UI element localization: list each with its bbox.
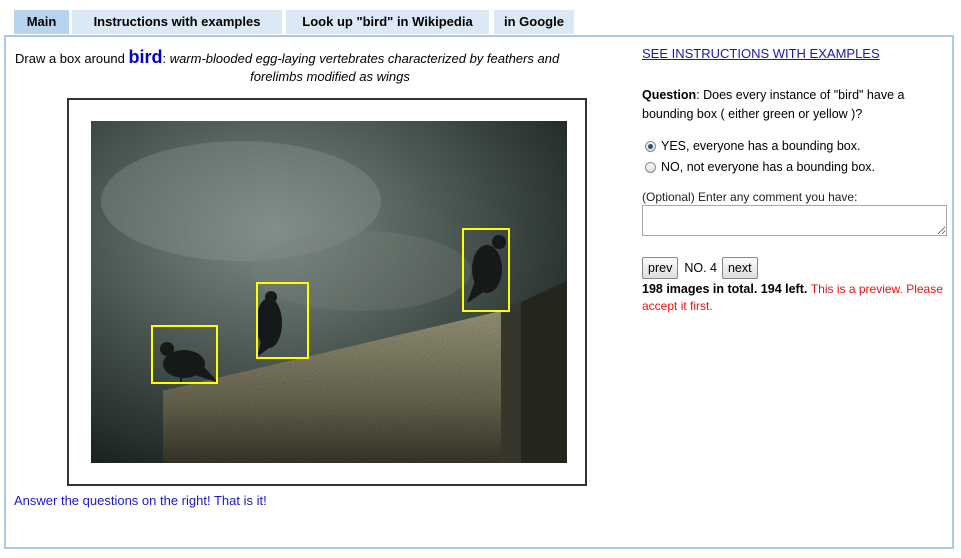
bounding-box-bird-2[interactable]	[256, 282, 309, 359]
bounding-box-bird-1[interactable]	[151, 325, 218, 384]
question-text: Question: Does every instance of "bird" …	[642, 86, 942, 124]
target-word: bird	[128, 47, 163, 67]
next-button[interactable]: next	[721, 257, 758, 279]
option-no-label: NO, not everyone has a bounding box.	[661, 160, 876, 174]
option-yes[interactable]: YES, everyone has a bounding box.	[645, 139, 860, 153]
image-count: 198 images in total. 194 left.	[642, 282, 808, 296]
task-instruction: Draw a box around bird: warm-blooded egg…	[15, 48, 645, 86]
radio-yes[interactable]	[645, 140, 656, 152]
task-definition-line2: forelimbs modified as wings	[250, 69, 410, 84]
progress-status: 198 images in total. 194 left. This is a…	[642, 281, 947, 315]
tab-google[interactable]: in Google	[494, 10, 574, 34]
answer-note: Answer the questions on the right! That …	[14, 493, 267, 508]
image-navigation: prev NO. 4 next	[642, 257, 758, 279]
prev-button[interactable]: prev	[642, 257, 679, 279]
see-instructions-link[interactable]: SEE INSTRUCTIONS WITH EXAMPLES	[642, 46, 880, 61]
tab-wikipedia[interactable]: Look up "bird" in Wikipedia	[286, 10, 489, 34]
task-prefix: Draw a box around	[15, 51, 129, 66]
option-yes-label: YES, everyone has a bounding box.	[661, 139, 861, 153]
tab-instructions[interactable]: Instructions with examples	[72, 10, 282, 34]
task-definition: warm-blooded egg-laying vertebrates char…	[169, 51, 560, 66]
task-colon: :	[162, 51, 170, 66]
bounding-box-bird-3[interactable]	[462, 228, 510, 312]
comment-field[interactable]	[642, 205, 947, 236]
option-no[interactable]: NO, not everyone has a bounding box.	[645, 160, 875, 174]
comment-label: (Optional) Enter any comment you have:	[642, 190, 858, 204]
question-label: Question	[642, 88, 697, 102]
radio-no[interactable]	[645, 161, 656, 173]
image-number: NO. 4	[684, 261, 717, 275]
tab-main[interactable]: Main	[14, 10, 69, 34]
